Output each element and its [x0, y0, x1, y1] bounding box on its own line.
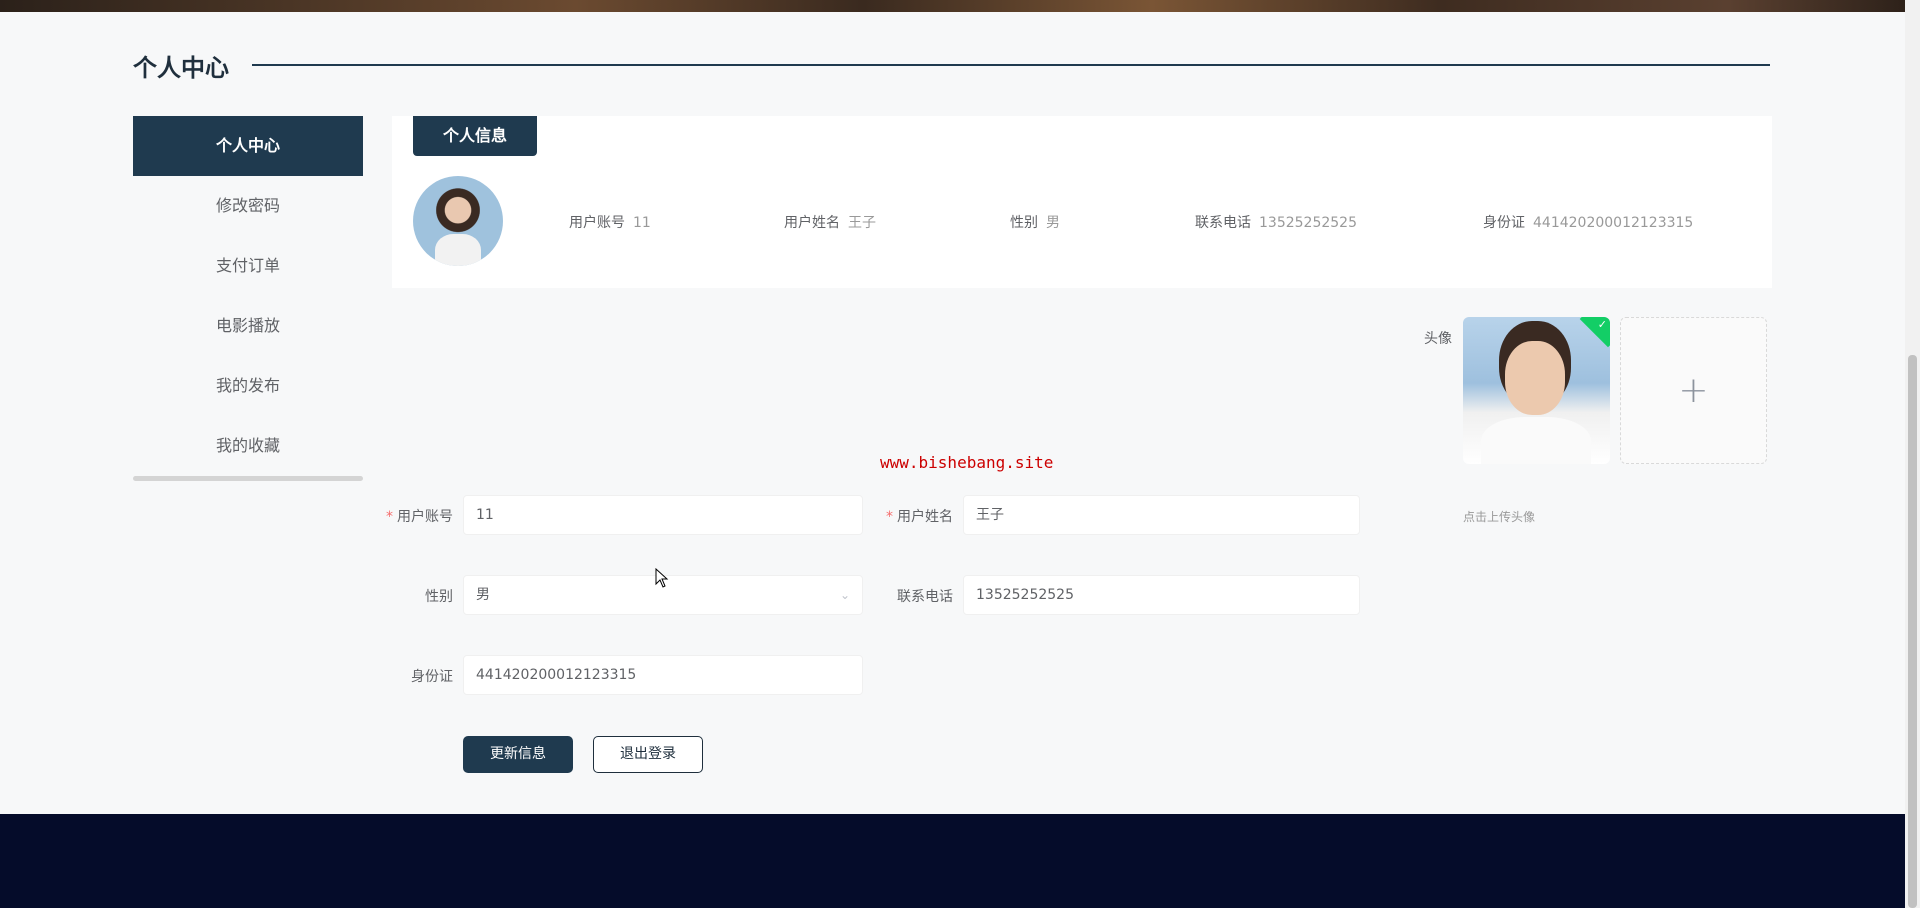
phone-label: 联系电话	[897, 589, 953, 605]
info-idcard-label: 身份证	[1483, 215, 1525, 231]
sidebar-item-orders[interactable]: 支付订单	[133, 236, 363, 296]
account-label: * 用户账号	[373, 506, 453, 526]
info-account-value: 11	[633, 215, 651, 231]
name-input[interactable]: 王子	[963, 495, 1360, 535]
sidebar-scrollbar[interactable]	[133, 476, 363, 481]
sidebar-item-profile[interactable]: 个人中心	[133, 116, 363, 176]
info-name-label: 用户姓名	[784, 215, 840, 231]
idcard-label: 身份证	[411, 669, 453, 685]
watermark-text: www.bishebang.site	[880, 453, 1054, 472]
check-icon: ✓	[1597, 318, 1607, 331]
sidebar-item-favorites[interactable]: 我的收藏	[133, 416, 363, 476]
chevron-down-icon: ⌄	[839, 588, 850, 602]
uploaded-avatar-image[interactable]: ✓	[1463, 317, 1610, 464]
sidebar: 个人中心 修改密码 支付订单 电影播放 我的发布 我的收藏	[133, 116, 363, 476]
info-idcard: 身份证 441420200012123315	[1483, 212, 1693, 232]
info-idcard-value: 441420200012123315	[1533, 215, 1694, 231]
logout-button[interactable]: 退出登录	[593, 736, 703, 773]
avatar-upload-button[interactable]: +	[1620, 317, 1767, 464]
info-gender: 性别男	[1010, 212, 1060, 232]
plus-icon: +	[1678, 369, 1709, 411]
profile-info-card	[392, 116, 1772, 288]
gender-select-value: 男	[476, 587, 490, 603]
avatar-body	[1481, 417, 1591, 464]
sidebar-item-movie-play[interactable]: 电影播放	[133, 296, 363, 356]
info-gender-label: 性别	[1010, 215, 1038, 231]
avatar-face	[1505, 341, 1565, 415]
info-phone-label: 联系电话	[1195, 215, 1251, 231]
info-tab: 个人信息	[413, 116, 537, 156]
sidebar-item-my-posts[interactable]: 我的发布	[133, 356, 363, 416]
info-gender-value: 男	[1046, 215, 1060, 231]
info-phone: 联系电话 13525252525	[1195, 212, 1357, 232]
top-banner-image	[0, 0, 1920, 12]
name-label: * 用户姓名	[873, 506, 953, 526]
info-name: 用户姓名 王子	[784, 212, 876, 232]
page-scrollbar-thumb[interactable]	[1908, 355, 1917, 908]
idcard-input[interactable]: 441420200012123315	[463, 655, 863, 695]
update-info-button[interactable]: 更新信息	[463, 736, 573, 773]
name-label-text: 用户姓名	[897, 509, 953, 525]
footer	[0, 814, 1905, 908]
info-name-value: 王子	[848, 215, 876, 231]
required-mark: *	[386, 509, 393, 525]
account-input[interactable]: 11	[463, 495, 863, 535]
title-divider	[252, 64, 1770, 66]
phone-input[interactable]: 13525252525	[963, 575, 1360, 615]
avatar	[413, 176, 503, 266]
info-account: 用户账号 11	[569, 212, 651, 232]
required-mark: *	[886, 509, 893, 525]
sidebar-item-change-password[interactable]: 修改密码	[133, 176, 363, 236]
info-phone-value: 13525252525	[1259, 215, 1357, 231]
account-label-text: 用户账号	[397, 509, 453, 525]
upload-tip: 点击上传头像	[1463, 510, 1536, 524]
gender-label: 性别	[425, 589, 453, 605]
avatar-label: 头像	[1424, 331, 1452, 347]
mouse-cursor-icon	[655, 568, 669, 588]
info-account-label: 用户账号	[569, 215, 625, 231]
page-title: 个人中心	[133, 54, 229, 82]
